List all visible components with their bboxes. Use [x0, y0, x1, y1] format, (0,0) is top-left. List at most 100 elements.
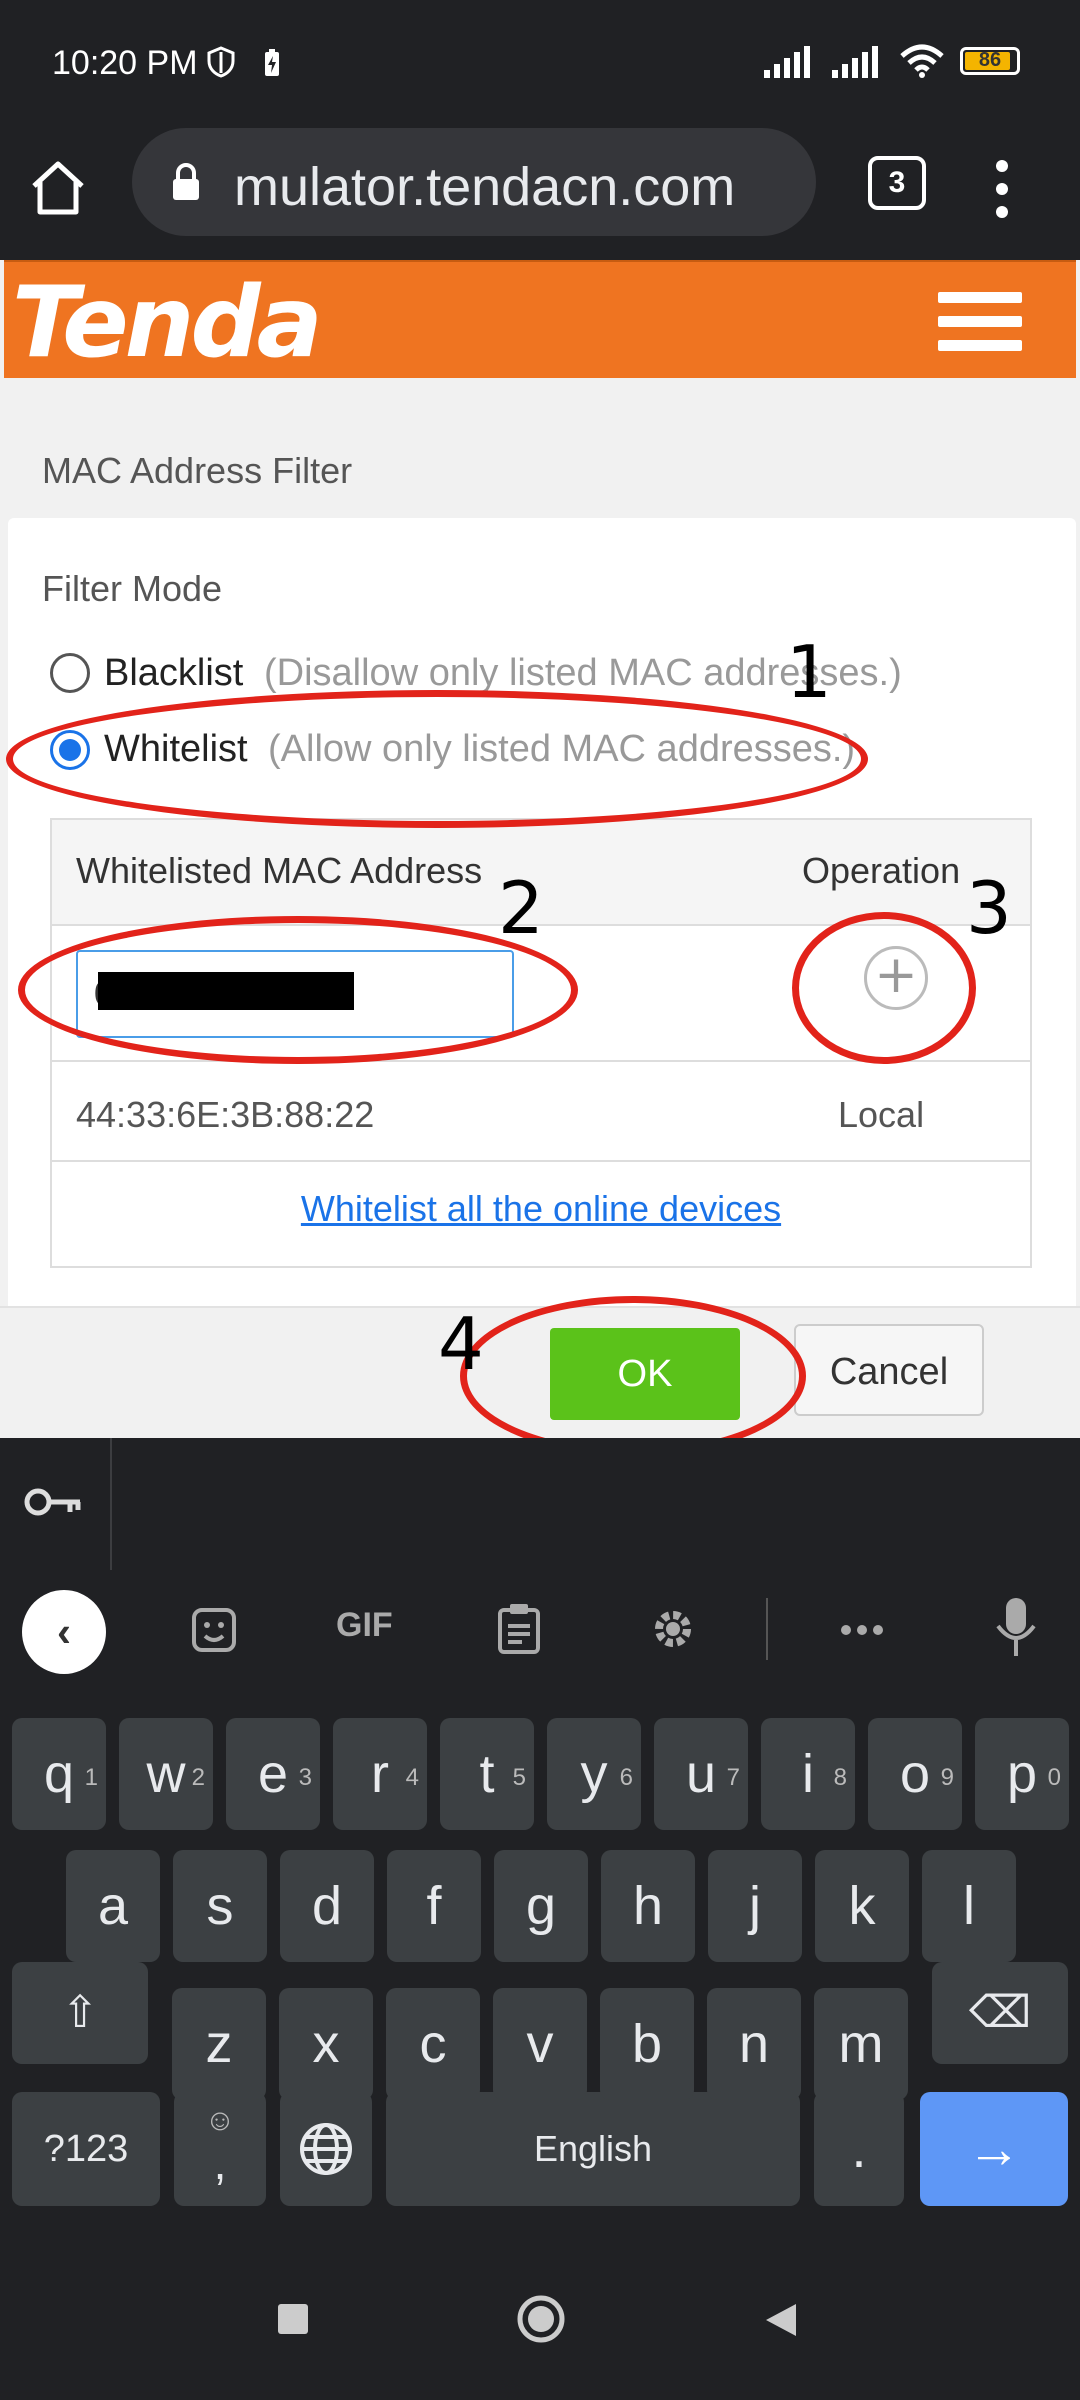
key-c[interactable]: c: [386, 1988, 480, 2100]
wifi-icon: [900, 44, 944, 78]
annotation-number-2: 2: [498, 866, 544, 950]
blacklist-radio[interactable]: [50, 653, 90, 693]
home-button-icon[interactable]: [516, 2294, 566, 2344]
key-i[interactable]: i8: [761, 1718, 855, 1830]
mac-address-cell: 44:33:6E:3B:88:22: [76, 1094, 375, 1135]
key-hint: 9: [940, 1764, 954, 1791]
whitelist-all-link[interactable]: Whitelist all the online devices: [52, 1188, 1030, 1230]
status-icons: 86: [764, 44, 1020, 78]
key-hint: 2: [191, 1764, 205, 1791]
keyboard-collapse-button[interactable]: ‹: [22, 1590, 106, 1674]
key-n[interactable]: n: [707, 1988, 801, 2100]
key-m[interactable]: m: [814, 1988, 908, 2100]
key-p[interactable]: p0: [975, 1718, 1069, 1830]
page-title: MAC Address Filter: [42, 450, 353, 491]
key-hint: 3: [298, 1764, 312, 1791]
more-options-icon[interactable]: [840, 1624, 884, 1636]
blacklist-label[interactable]: Blacklist: [104, 652, 243, 695]
symbols-key[interactable]: ?123: [12, 2092, 160, 2206]
url-text[interactable]: mulator.tendacn.com: [234, 156, 735, 218]
filter-mode-label: Filter Mode: [42, 568, 223, 609]
more-menu-icon[interactable]: [990, 154, 1014, 224]
battery-saver-icon: [265, 49, 279, 76]
key-j[interactable]: j: [708, 1850, 802, 1962]
recents-icon[interactable]: [276, 2302, 310, 2336]
key-v[interactable]: v: [493, 1988, 587, 2100]
address-bar[interactable]: mulator.tendacn.com: [132, 128, 816, 236]
signal-icon: [832, 46, 878, 78]
key-r[interactable]: r4: [333, 1718, 427, 1830]
period-key[interactable]: .: [814, 2092, 904, 2206]
key-e[interactable]: e3: [226, 1718, 320, 1830]
status-bar: 10:20 PM 86: [0, 0, 1080, 120]
key-hint: 1: [84, 1764, 98, 1791]
key-o[interactable]: o9: [868, 1718, 962, 1830]
cancel-button[interactable]: Cancel: [794, 1324, 984, 1416]
emoji-hint: ☺: [204, 2104, 236, 2137]
system-nav-bar: [0, 2250, 1080, 2400]
shield-icon: [207, 46, 235, 78]
tab-switcher-button[interactable]: 3: [868, 156, 926, 210]
key-q[interactable]: q1: [12, 1718, 106, 1830]
key-w[interactable]: w2: [119, 1718, 213, 1830]
key-b[interactable]: b: [600, 1988, 694, 2100]
tenda-logo: Tenda: [12, 266, 323, 380]
battery-icon: 86: [960, 47, 1020, 75]
annotation-circle-3: [792, 912, 976, 1064]
comma-key[interactable]: ☺ ,: [174, 2092, 266, 2206]
key-hint: 6: [619, 1764, 633, 1791]
annotation-number-4: 4: [438, 1302, 484, 1386]
clipboard-icon[interactable]: [496, 1602, 542, 1656]
key-y[interactable]: y6: [547, 1718, 641, 1830]
key-hint: 5: [512, 1764, 526, 1791]
column-header-operation: Operation: [802, 850, 961, 891]
annotation-number-1: 1: [786, 630, 832, 714]
backspace-key[interactable]: ⌫: [932, 1962, 1068, 2064]
language-key[interactable]: [280, 2092, 372, 2206]
annotation-circle-4: [460, 1296, 806, 1456]
key-hint: 7: [726, 1764, 740, 1791]
web-page: Tenda MAC Address Filter Filter Mode Bla…: [0, 260, 1080, 1440]
key-hint: 4: [405, 1764, 419, 1791]
sticker-icon[interactable]: [190, 1606, 238, 1654]
annotation-number-3: 3: [966, 866, 1012, 950]
row-divider: [52, 1160, 1030, 1162]
keyboard-toolbar: ‹ GIF: [0, 1570, 1080, 1690]
key-f[interactable]: f: [387, 1850, 481, 1962]
microphone-icon[interactable]: [992, 1596, 1040, 1660]
router-header: Tenda: [4, 260, 1076, 380]
enter-key[interactable]: →: [920, 2092, 1068, 2206]
key-a[interactable]: a: [66, 1850, 160, 1962]
lock-icon[interactable]: [170, 162, 202, 202]
gif-button[interactable]: GIF: [336, 1606, 393, 1645]
key-h[interactable]: h: [601, 1850, 695, 1962]
globe-icon: [300, 2123, 352, 2175]
key-s[interactable]: s: [173, 1850, 267, 1962]
browser-toolbar: mulator.tendacn.com 3: [0, 120, 1080, 260]
key-g[interactable]: g: [494, 1850, 588, 1962]
key-l[interactable]: l: [922, 1850, 1016, 1962]
keyboard-suggestion-strip: [0, 1438, 1080, 1572]
key-hint: 0: [1047, 1764, 1061, 1791]
annotation-circle-1: [6, 690, 868, 828]
suggestion-divider: [110, 1438, 112, 1570]
shift-key[interactable]: ⇧: [12, 1962, 148, 2064]
key-k[interactable]: k: [815, 1850, 909, 1962]
back-icon[interactable]: [760, 2300, 800, 2340]
password-key-icon[interactable]: [22, 1482, 84, 1522]
key-t[interactable]: t5: [440, 1718, 534, 1830]
menu-icon[interactable]: [938, 292, 1022, 364]
status-time: 10:20 PM: [52, 44, 198, 82]
annotation-circle-2: [18, 916, 578, 1064]
settings-gear-icon[interactable]: [648, 1604, 698, 1654]
operation-cell: Local: [838, 1094, 925, 1135]
column-header-mac: Whitelisted MAC Address: [76, 850, 483, 891]
key-d[interactable]: d: [280, 1850, 374, 1962]
key-z[interactable]: z: [172, 1988, 266, 2100]
key-hint: 8: [833, 1764, 847, 1791]
toolbar-divider: [766, 1598, 768, 1660]
key-u[interactable]: u7: [654, 1718, 748, 1830]
space-key[interactable]: English: [386, 2092, 800, 2206]
home-icon[interactable]: [26, 156, 90, 220]
key-x[interactable]: x: [279, 1988, 373, 2100]
